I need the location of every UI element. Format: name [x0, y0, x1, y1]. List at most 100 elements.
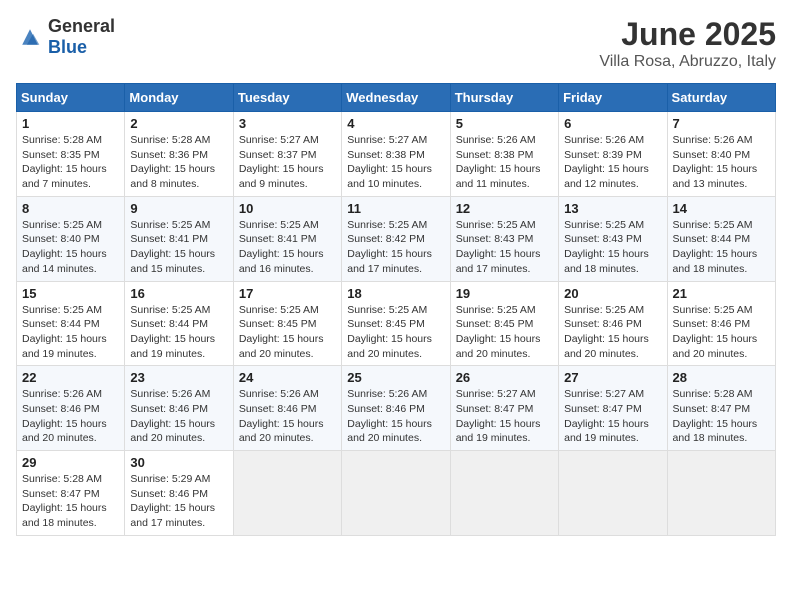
calendar-cell: 24Sunrise: 5:26 AMSunset: 8:46 PMDayligh…: [233, 366, 341, 451]
calendar-cell: 9 Sunrise: 5:25 AMSunset: 8:41 PMDaylight…: [125, 196, 233, 281]
day-info: Sunrise: 5:28 AMSunset: 8:47 PMDaylight:…: [22, 472, 119, 531]
day-number: 26: [456, 370, 553, 385]
calendar-title: June 2025: [599, 16, 776, 53]
day-info: Sunrise: 5:27 AMSunset: 8:37 PMDaylight:…: [239, 133, 336, 192]
day-info: Sunrise: 5:27 AMSunset: 8:47 PMDaylight:…: [564, 387, 661, 446]
day-number: 27: [564, 370, 661, 385]
day-info: Sunrise: 5:26 AMSunset: 8:46 PMDaylight:…: [347, 387, 444, 446]
calendar-cell: [233, 451, 341, 536]
header-tuesday: Tuesday: [233, 84, 341, 112]
calendar-cell: [667, 451, 775, 536]
calendar-cell: 15Sunrise: 5:25 AMSunset: 8:44 PMDayligh…: [17, 281, 125, 366]
day-number: 29: [22, 455, 119, 470]
day-info: Sunrise: 5:25 AMSunset: 8:42 PMDaylight:…: [347, 218, 444, 277]
day-number: 9: [130, 201, 227, 216]
day-number: 19: [456, 286, 553, 301]
day-number: 8: [22, 201, 119, 216]
calendar-week-row: 22 Sunrise: 5:26 AMSunset: 8:46 PMDayligh…: [17, 366, 776, 451]
calendar-cell: 6 Sunrise: 5:26 AMSunset: 8:39 PMDaylight…: [559, 112, 667, 197]
calendar-subtitle: Villa Rosa, Abruzzo, Italy: [599, 53, 776, 71]
day-info: Sunrise: 5:25 AMSunset: 8:46 PMDaylight:…: [673, 303, 770, 362]
calendar-cell: 30Sunrise: 5:29 AMSunset: 8:46 PMDayligh…: [125, 451, 233, 536]
calendar-cell: [342, 451, 450, 536]
day-number: 14: [673, 201, 770, 216]
day-info: Sunrise: 5:25 AMSunset: 8:41 PMDaylight:…: [239, 218, 336, 277]
calendar-cell: 17 Sunrise: 5:25 AMSunset: 8:45 PMDayligh…: [233, 281, 341, 366]
logo-text: General Blue: [48, 16, 115, 58]
calendar-cell: 4Sunrise: 5:27 AMSunset: 8:38 PMDaylight…: [342, 112, 450, 197]
day-number: 17: [239, 286, 336, 301]
day-number: 25: [347, 370, 444, 385]
day-info: Sunrise: 5:25 AMSunset: 8:46 PMDaylight:…: [564, 303, 661, 362]
day-info: Sunrise: 5:26 AMSunset: 8:46 PMDaylight:…: [22, 387, 119, 446]
header-thursday: Thursday: [450, 84, 558, 112]
day-info: Sunrise: 5:25 AMSunset: 8:44 PMDaylight:…: [673, 218, 770, 277]
calendar-cell: 13 Sunrise: 5:25 AMSunset: 8:43 PMDayligh…: [559, 196, 667, 281]
day-info: Sunrise: 5:26 AMSunset: 8:46 PMDaylight:…: [130, 387, 227, 446]
day-number: 23: [130, 370, 227, 385]
day-number: 3: [239, 116, 336, 131]
calendar-cell: 11 Sunrise: 5:25 AMSunset: 8:42 PMDayligh…: [342, 196, 450, 281]
day-number: 22: [22, 370, 119, 385]
header-monday: Monday: [125, 84, 233, 112]
calendar-cell: 7 Sunrise: 5:26 AMSunset: 8:40 PMDaylight…: [667, 112, 775, 197]
page-header: General Blue June 2025 Villa Rosa, Abruz…: [16, 16, 776, 71]
calendar-cell: 14 Sunrise: 5:25 AMSunset: 8:44 PMDayligh…: [667, 196, 775, 281]
calendar-cell: 23 Sunrise: 5:26 AMSunset: 8:46 PMDayligh…: [125, 366, 233, 451]
day-info: Sunrise: 5:25 AMSunset: 8:45 PMDaylight:…: [239, 303, 336, 362]
header-wednesday: Wednesday: [342, 84, 450, 112]
calendar-cell: 5Sunrise: 5:26 AMSunset: 8:38 PMDaylight…: [450, 112, 558, 197]
calendar-cell: 20 Sunrise: 5:25 AMSunset: 8:46 PMDayligh…: [559, 281, 667, 366]
calendar-cell: 8 Sunrise: 5:25 AMSunset: 8:40 PMDaylight…: [17, 196, 125, 281]
logo-icon: [16, 23, 44, 51]
calendar-cell: [559, 451, 667, 536]
calendar-table: Sunday Monday Tuesday Wednesday Thursday…: [16, 83, 776, 536]
day-info: Sunrise: 5:25 AMSunset: 8:43 PMDaylight:…: [456, 218, 553, 277]
day-info: Sunrise: 5:27 AMSunset: 8:47 PMDaylight:…: [456, 387, 553, 446]
header-sunday: Sunday: [17, 84, 125, 112]
day-number: 16: [130, 286, 227, 301]
calendar-cell: 22 Sunrise: 5:26 AMSunset: 8:46 PMDayligh…: [17, 366, 125, 451]
calendar-cell: 2Sunrise: 5:28 AMSunset: 8:36 PMDaylight…: [125, 112, 233, 197]
day-info: Sunrise: 5:26 AMSunset: 8:40 PMDaylight:…: [673, 133, 770, 192]
day-number: 6: [564, 116, 661, 131]
calendar-cell: 26 Sunrise: 5:27 AMSunset: 8:47 PMDayligh…: [450, 366, 558, 451]
day-info: Sunrise: 5:25 AMSunset: 8:45 PMDaylight:…: [347, 303, 444, 362]
day-info: Sunrise: 5:25 AMSunset: 8:41 PMDaylight:…: [130, 218, 227, 277]
calendar-cell: 28 Sunrise: 5:28 AMSunset: 8:47 PMDayligh…: [667, 366, 775, 451]
calendar-week-row: 8 Sunrise: 5:25 AMSunset: 8:40 PMDaylight…: [17, 196, 776, 281]
calendar-week-row: 29 Sunrise: 5:28 AMSunset: 8:47 PMDayligh…: [17, 451, 776, 536]
day-info: Sunrise: 5:25 AMSunset: 8:45 PMDaylight:…: [456, 303, 553, 362]
day-number: 28: [673, 370, 770, 385]
calendar-cell: 12Sunrise: 5:25 AMSunset: 8:43 PMDayligh…: [450, 196, 558, 281]
calendar-cell: 27 Sunrise: 5:27 AMSunset: 8:47 PMDayligh…: [559, 366, 667, 451]
calendar-cell: 1Sunrise: 5:28 AMSunset: 8:35 PMDaylight…: [17, 112, 125, 197]
calendar-week-row: 1Sunrise: 5:28 AMSunset: 8:35 PMDaylight…: [17, 112, 776, 197]
day-info: Sunrise: 5:26 AMSunset: 8:46 PMDaylight:…: [239, 387, 336, 446]
day-info: Sunrise: 5:25 AMSunset: 8:43 PMDaylight:…: [564, 218, 661, 277]
day-number: 11: [347, 201, 444, 216]
day-number: 20: [564, 286, 661, 301]
calendar-cell: 19 Sunrise: 5:25 AMSunset: 8:45 PMDayligh…: [450, 281, 558, 366]
day-number: 10: [239, 201, 336, 216]
day-info: Sunrise: 5:28 AMSunset: 8:36 PMDaylight:…: [130, 133, 227, 192]
day-info: Sunrise: 5:25 AMSunset: 8:44 PMDaylight:…: [130, 303, 227, 362]
day-number: 18: [347, 286, 444, 301]
day-info: Sunrise: 5:26 AMSunset: 8:39 PMDaylight:…: [564, 133, 661, 192]
day-number: 7: [673, 116, 770, 131]
title-area: June 2025 Villa Rosa, Abruzzo, Italy: [599, 16, 776, 71]
day-number: 15: [22, 286, 119, 301]
day-number: 13: [564, 201, 661, 216]
day-info: Sunrise: 5:25 AMSunset: 8:40 PMDaylight:…: [22, 218, 119, 277]
day-number: 4: [347, 116, 444, 131]
day-info: Sunrise: 5:28 AMSunset: 8:35 PMDaylight:…: [22, 133, 119, 192]
logo-general: General: [48, 16, 115, 36]
day-info: Sunrise: 5:26 AMSunset: 8:38 PMDaylight:…: [456, 133, 553, 192]
calendar-cell: [450, 451, 558, 536]
day-info: Sunrise: 5:28 AMSunset: 8:47 PMDaylight:…: [673, 387, 770, 446]
day-info: Sunrise: 5:29 AMSunset: 8:46 PMDaylight:…: [130, 472, 227, 531]
calendar-cell: 29 Sunrise: 5:28 AMSunset: 8:47 PMDayligh…: [17, 451, 125, 536]
calendar-cell: 18 Sunrise: 5:25 AMSunset: 8:45 PMDayligh…: [342, 281, 450, 366]
day-number: 21: [673, 286, 770, 301]
calendar-cell: 10 Sunrise: 5:25 AMSunset: 8:41 PMDayligh…: [233, 196, 341, 281]
